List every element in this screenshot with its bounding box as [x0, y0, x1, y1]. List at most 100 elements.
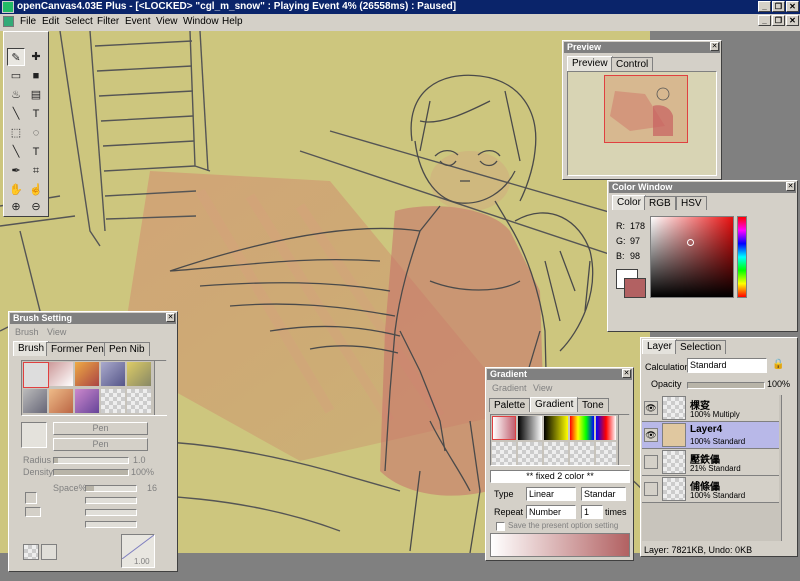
eye-icon[interactable]: 👁 — [644, 401, 658, 415]
brush-preset[interactable] — [101, 362, 125, 386]
brush-preset-selected[interactable] — [23, 362, 49, 388]
gradient-grid-scrollbar[interactable] — [618, 415, 630, 465]
eye-toggle-empty[interactable] — [644, 482, 658, 496]
menu-file[interactable]: File — [20, 16, 36, 27]
zoom-out-tool-icon[interactable]: ⊖ — [27, 198, 45, 216]
density-slider[interactable] — [53, 469, 129, 476]
document-icon[interactable] — [3, 16, 14, 27]
rect-select-tool-icon[interactable]: ▭ — [7, 67, 25, 85]
tab-layer[interactable]: Layer — [642, 339, 678, 354]
gradient-preset[interactable] — [518, 416, 542, 440]
layer-row-active[interactable]: 👁 Layer4 100% Standard — [642, 422, 779, 449]
brush-preset[interactable] — [75, 389, 99, 413]
layer-row[interactable]: 壓鉄儡 21% Standard — [642, 449, 779, 476]
gradient-preset-grid[interactable] — [490, 414, 630, 466]
color-picker-cursor[interactable] — [687, 239, 694, 246]
texture-swatch-2[interactable] — [41, 544, 57, 560]
line-select-tool-icon[interactable]: ╲ — [7, 143, 25, 161]
text-select-tool-icon[interactable]: T — [27, 143, 45, 161]
line-tool-icon[interactable]: ╲ — [7, 105, 25, 123]
doc-close-button[interactable]: ✕ — [786, 15, 799, 26]
layer-row[interactable]: 俌條儡 100% Standard — [642, 476, 779, 503]
doc-minimize-button[interactable]: _ — [758, 15, 771, 26]
fill-rect-tool-icon[interactable]: ■ — [27, 67, 45, 85]
brush-option-slider-3[interactable] — [85, 521, 137, 528]
type-select[interactable]: Linear — [526, 487, 576, 501]
tab-rgb[interactable]: RGB — [644, 196, 676, 210]
menu-help[interactable]: Help — [222, 16, 243, 27]
tab-hsv[interactable]: HSV — [676, 196, 707, 210]
brush-close-button[interactable]: ✕ — [166, 313, 175, 322]
gradient-tool-icon[interactable]: ▤ — [27, 86, 45, 104]
eyedropper-tool-icon[interactable]: ✒ — [7, 162, 25, 180]
gradient-preset-selected[interactable] — [492, 416, 516, 440]
brush-shape-dots-icon[interactable] — [25, 507, 41, 517]
eye-toggle-empty[interactable] — [644, 455, 658, 469]
brush-preset-grid[interactable] — [21, 360, 167, 416]
tab-control[interactable]: Control — [611, 57, 654, 71]
menu-edit[interactable]: Edit — [42, 16, 59, 27]
brush-preset-empty[interactable] — [127, 389, 151, 413]
tab-gradient[interactable]: Gradient — [530, 397, 579, 412]
layer-row[interactable]: 👁 棵叜 100% Multiply — [642, 395, 779, 422]
pen-tool-icon[interactable]: ✎ — [7, 48, 25, 66]
tab-color[interactable]: Color — [612, 195, 646, 210]
brush-shape-round-icon[interactable] — [25, 492, 37, 504]
minimize-button[interactable]: _ — [758, 1, 771, 12]
repeat-times-input[interactable]: 1 — [581, 505, 603, 519]
zoom-in-tool-icon[interactable]: ⊕ — [7, 198, 25, 216]
bucket-tool-icon[interactable]: ♨ — [7, 86, 25, 104]
menu-select[interactable]: Select — [65, 16, 93, 27]
save-option-checkbox[interactable] — [496, 522, 505, 531]
gradient-preset[interactable] — [570, 416, 594, 440]
eye-icon[interactable]: 👁 — [644, 428, 658, 442]
doc-restore-button[interactable]: ❐ — [772, 15, 785, 26]
tab-former-pen[interactable]: Former Pen — [46, 342, 109, 356]
close-button[interactable]: ✕ — [786, 1, 799, 12]
blend-select[interactable]: Standar — [581, 487, 626, 501]
menu-filter[interactable]: Filter — [97, 16, 119, 27]
hue-slider[interactable] — [737, 216, 747, 298]
tab-selection[interactable]: Selection — [675, 340, 727, 354]
gradient-preset[interactable] — [544, 416, 568, 440]
tab-tone[interactable]: Tone — [577, 398, 609, 412]
gradient-menu-gradient[interactable]: Gradient — [492, 383, 527, 393]
space-slider[interactable] — [85, 485, 137, 492]
saturation-value-picker[interactable] — [650, 216, 734, 298]
gradient-preset-empty[interactable] — [544, 442, 568, 465]
opacity-slider[interactable] — [687, 382, 765, 389]
brush-option-slider-2[interactable] — [85, 509, 137, 516]
gradient-close-button[interactable]: ✕ — [622, 369, 631, 378]
brush-menu-brush[interactable]: Brush — [15, 327, 39, 337]
crop-tool-icon[interactable]: ⌗ — [27, 162, 45, 180]
texture-swatch-1[interactable] — [23, 544, 39, 560]
calculation-select[interactable]: Standard — [687, 358, 767, 373]
move-tool-icon[interactable]: ✚ — [27, 48, 45, 66]
brush-preset[interactable] — [23, 389, 47, 413]
marquee-tool-icon[interactable]: ⬚ — [7, 124, 25, 142]
gradient-preset-empty[interactable] — [492, 442, 516, 465]
tab-pen-nib[interactable]: Pen Nib — [104, 342, 150, 356]
preview-close-button[interactable]: ✕ — [710, 42, 719, 51]
pen-button-2[interactable]: Pen — [53, 438, 148, 451]
menu-view[interactable]: View — [156, 16, 178, 27]
rotate-tool-icon[interactable]: ☝ — [27, 181, 45, 199]
gradient-menu-view[interactable]: View — [533, 383, 552, 393]
brush-option-slider-1[interactable] — [85, 497, 137, 504]
preview-area[interactable] — [567, 71, 717, 176]
repeat-select[interactable]: Number — [526, 505, 576, 519]
hand-tool-icon[interactable]: ✋ — [7, 181, 25, 199]
preview-viewport[interactable] — [604, 75, 688, 143]
brush-menu-view[interactable]: View — [47, 327, 66, 337]
lasso-tool-icon[interactable]: ◌ — [27, 124, 45, 142]
brush-preset-empty[interactable] — [101, 389, 125, 413]
gradient-preset-empty[interactable] — [596, 442, 616, 465]
gradient-preview-bar[interactable] — [490, 533, 630, 557]
brush-preset[interactable] — [127, 362, 151, 386]
color-window-close-button[interactable]: ✕ — [786, 182, 795, 191]
gradient-preset-empty[interactable] — [518, 442, 542, 465]
brush-preset[interactable] — [49, 389, 73, 413]
pen-button-1[interactable]: Pen — [53, 422, 148, 435]
menu-event[interactable]: Event — [125, 16, 151, 27]
tab-brush[interactable]: Brush — [13, 341, 50, 356]
